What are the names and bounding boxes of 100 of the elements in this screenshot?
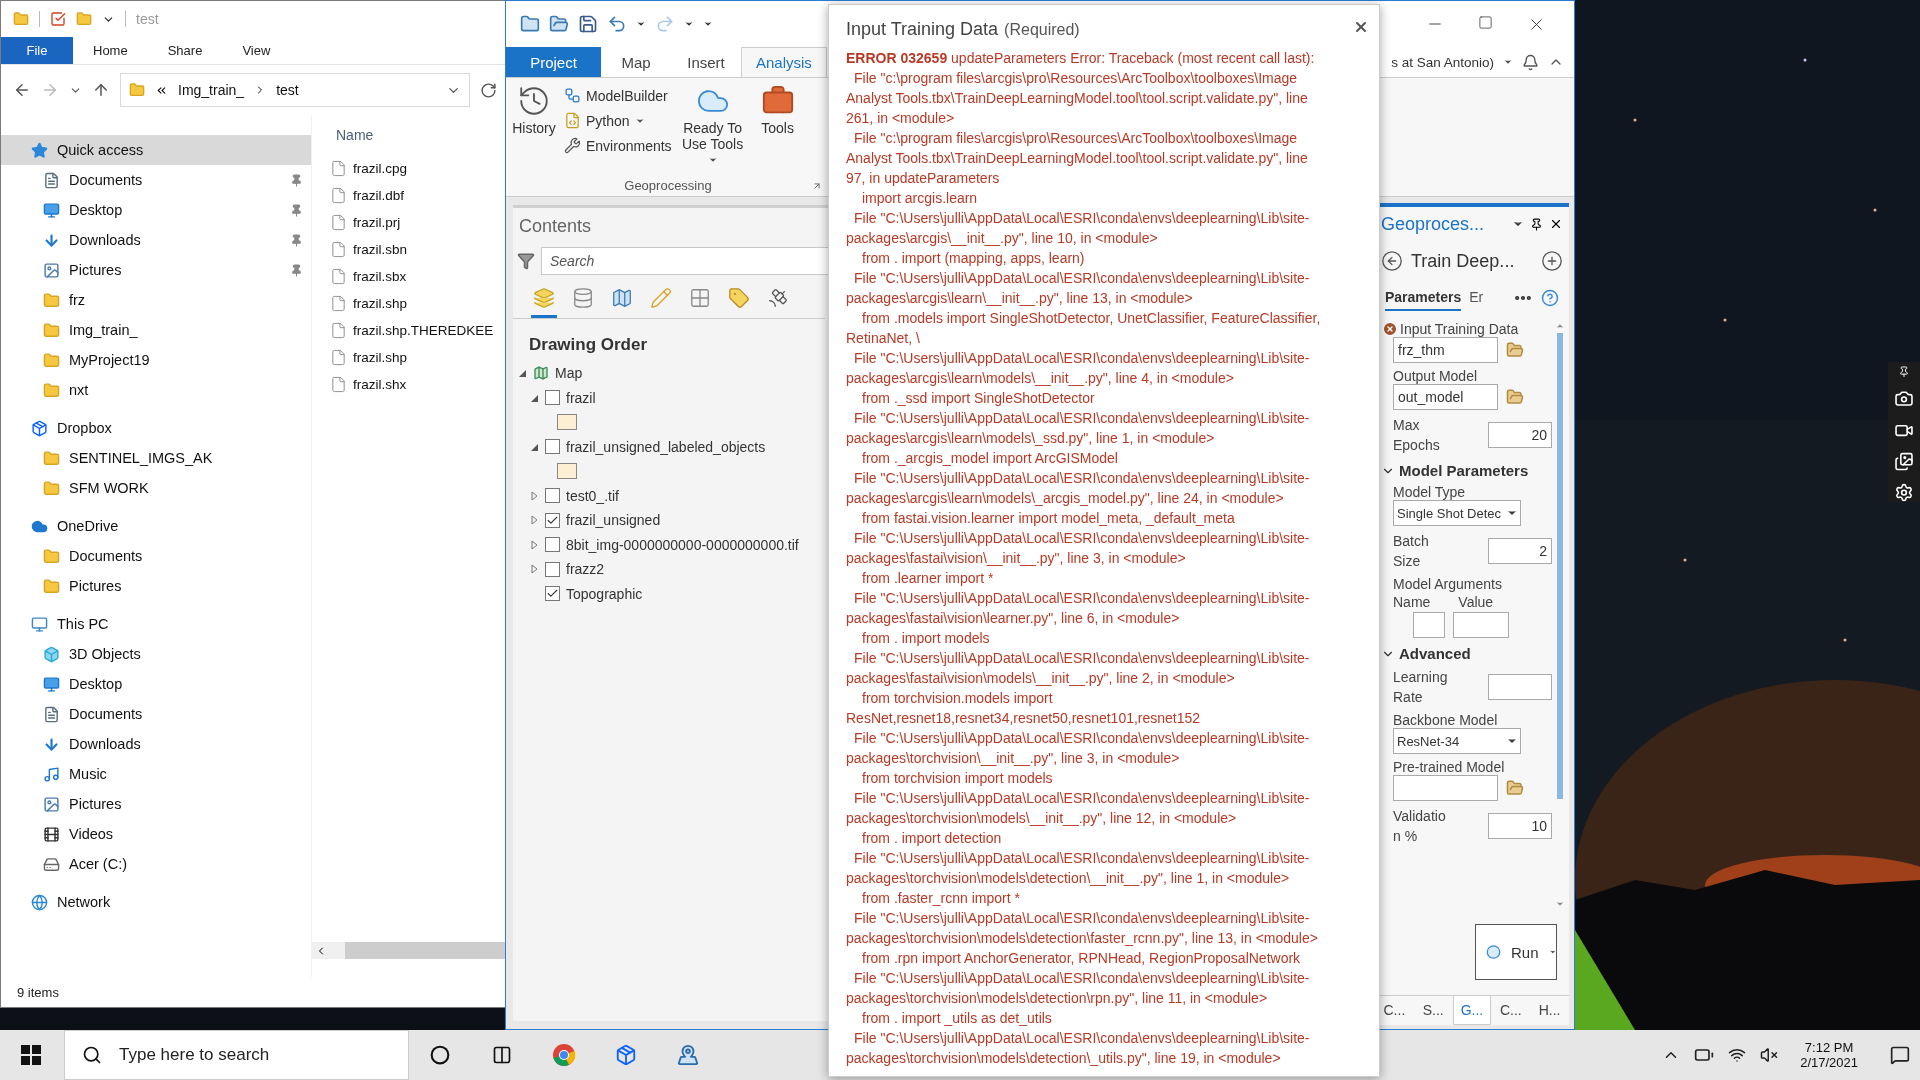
- nav-item[interactable]: Network: [1, 887, 311, 917]
- collapsed-icon[interactable]: [529, 515, 539, 526]
- ribbon-tab[interactable]: Home: [73, 37, 148, 64]
- scrollbar[interactable]: [312, 942, 505, 959]
- pane-tab[interactable]: S...: [1413, 996, 1453, 1025]
- tab[interactable]: Parameters: [1385, 285, 1462, 311]
- checkbox[interactable]: [545, 390, 560, 406]
- nav-item[interactable]: Pictures: [1, 789, 311, 819]
- symbol-swatch[interactable]: [557, 463, 577, 480]
- grid-icon[interactable]: [689, 287, 711, 309]
- checkbox[interactable]: [545, 537, 560, 553]
- folder-icon[interactable]: [1506, 779, 1524, 797]
- ribbon-tab[interactable]: Share: [147, 37, 223, 64]
- nav-item[interactable]: Documents: [1, 699, 311, 729]
- ribbon-button[interactable]: ModelBuilder: [564, 84, 672, 107]
- map-app-icon[interactable]: [677, 1044, 699, 1066]
- checkbox[interactable]: [545, 586, 560, 602]
- scroll-down-icon[interactable]: [1555, 899, 1565, 909]
- scrollbar[interactable]: [1554, 321, 1566, 909]
- close-icon[interactable]: [1353, 19, 1369, 35]
- wifi-icon[interactable]: [1728, 1046, 1747, 1064]
- nav-item[interactable]: Pictures: [1, 255, 311, 285]
- nav-item[interactable]: Desktop: [1, 195, 311, 225]
- nav-item[interactable]: Acer (C:): [1, 849, 311, 879]
- input-field[interactable]: 10: [1488, 813, 1552, 839]
- input-field[interactable]: 2: [1488, 538, 1552, 564]
- dropdown[interactable]: ResNet-34: [1393, 728, 1521, 754]
- layer-item[interactable]: test0_.tif: [513, 483, 829, 508]
- dropdown-icon[interactable]: [636, 19, 646, 29]
- checkbox[interactable]: [545, 512, 560, 528]
- tag-icon[interactable]: [728, 287, 750, 309]
- symbol-swatch[interactable]: [557, 414, 577, 431]
- nav-item[interactable]: Videos: [1, 819, 311, 849]
- nav-item[interactable]: This PC: [1, 609, 311, 639]
- customize-icon[interactable]: [703, 19, 713, 29]
- ribbon-tab[interactable]: Analysis: [741, 47, 827, 77]
- file-item[interactable]: frazil.shp: [312, 344, 505, 371]
- section-heading[interactable]: Advanced: [1399, 645, 1471, 662]
- layer-item[interactable]: frazz2: [513, 557, 829, 582]
- notification-icon[interactable]: [1522, 53, 1539, 71]
- checkbox[interactable]: [545, 561, 560, 577]
- clock[interactable]: 7:12 PM 2/17/2021: [1792, 1040, 1866, 1070]
- browser-icon[interactable]: [552, 1043, 576, 1067]
- notifications-icon[interactable]: [1890, 1045, 1910, 1065]
- folder-icon[interactable]: [1506, 388, 1524, 406]
- nav-item[interactable]: frz: [1, 285, 311, 315]
- up-icon[interactable]: [92, 81, 110, 99]
- file-item[interactable]: frazil.dbf: [312, 182, 505, 209]
- maximize-icon[interactable]: [1478, 14, 1493, 30]
- start-icon[interactable]: [21, 1045, 41, 1065]
- nav-item[interactable]: Dropbox: [1, 413, 311, 443]
- nav-item[interactable]: SENTINEL_IMGS_AK: [1, 443, 311, 473]
- nav-item[interactable]: Documents: [1, 541, 311, 571]
- dropdown[interactable]: Single Shot Detec: [1393, 500, 1521, 526]
- input-field[interactable]: [1488, 674, 1552, 700]
- ribbon-tab[interactable]: File: [1, 37, 73, 64]
- layer-item[interactable]: frazil_unsigned_labeled_objects: [513, 434, 829, 459]
- file-item[interactable]: frazil.shp.THEREDKEE: [312, 317, 505, 344]
- save-icon[interactable]: [578, 14, 598, 34]
- launcher-icon[interactable]: [812, 181, 822, 191]
- nav-item[interactable]: SFM WORK: [1, 473, 311, 503]
- nav-item[interactable]: 3D Objects: [1, 639, 311, 669]
- file-item[interactable]: frazil.sbx: [312, 263, 505, 290]
- close-icon[interactable]: [1549, 217, 1563, 231]
- column-header[interactable]: Name: [336, 127, 374, 143]
- search-field[interactable]: Search: [541, 247, 829, 275]
- expanded-icon[interactable]: [517, 368, 527, 379]
- breadcrumb[interactable]: test: [276, 82, 299, 98]
- collapsed-icon[interactable]: [529, 539, 539, 550]
- add-icon[interactable]: [1541, 250, 1563, 272]
- nav-item[interactable]: Downloads: [1, 225, 311, 255]
- ribbon-button[interactable]: Ready To Use Tools: [677, 84, 748, 174]
- ribbon-button[interactable]: Tools: [753, 84, 802, 174]
- input-field[interactable]: [1413, 612, 1445, 638]
- collapsed-icon[interactable]: [529, 564, 539, 575]
- input-field[interactable]: out_model: [1393, 384, 1498, 410]
- section-heading[interactable]: Model Parameters: [1399, 462, 1529, 479]
- nav-item[interactable]: OneDrive: [1, 511, 311, 541]
- pane-tab[interactable]: G...: [1452, 996, 1492, 1025]
- gallery-icon[interactable]: [1894, 451, 1914, 471]
- account-name[interactable]: s at San Antonio): [1391, 54, 1494, 70]
- nav-item[interactable]: Quick access: [1, 135, 311, 165]
- checkbox[interactable]: [545, 488, 560, 504]
- map-icon[interactable]: [611, 287, 633, 309]
- file-item[interactable]: frazil.shx: [312, 371, 505, 398]
- nav-item[interactable]: Desktop: [1, 669, 311, 699]
- collapsed-icon[interactable]: [529, 490, 539, 501]
- ribbon-tab[interactable]: Project: [506, 47, 601, 77]
- nav-item[interactable]: Documents: [1, 165, 311, 195]
- ribbon-button[interactable]: Environments: [564, 134, 672, 157]
- package-icon[interactable]: [615, 1044, 637, 1066]
- help-icon[interactable]: [1541, 289, 1559, 307]
- breadcrumb[interactable]: Img_train_: [178, 82, 245, 98]
- ribbon-button[interactable]: History: [510, 84, 558, 174]
- dropdown-icon[interactable]: [1503, 57, 1513, 67]
- open-icon[interactable]: [549, 14, 569, 34]
- dropdown-icon[interactable]: [684, 19, 694, 29]
- checkbox[interactable]: [545, 439, 560, 455]
- layer-item[interactable]: frazil: [513, 385, 829, 410]
- input-field[interactable]: [1453, 612, 1509, 638]
